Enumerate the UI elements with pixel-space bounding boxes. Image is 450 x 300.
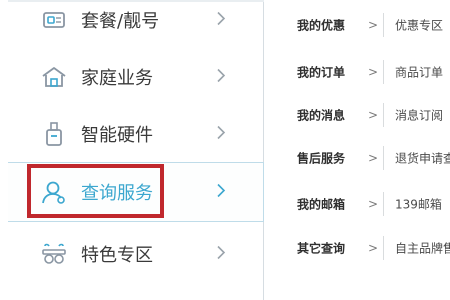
arrow-separator: > xyxy=(368,65,379,79)
submenu-heading[interactable]: 我的消息 xyxy=(297,107,345,124)
submenu-link[interactable]: 优惠专区 xyxy=(395,17,450,34)
submenu-row-my-offers: 我的优惠 > 优惠专区 xyxy=(264,2,450,48)
divider xyxy=(383,60,384,84)
arrow-separator: > xyxy=(368,241,379,255)
sidebar-item-home-business[interactable]: 家庭业务 xyxy=(8,47,264,107)
sidebar-item-label: 家庭业务 xyxy=(81,68,153,89)
submenu-link[interactable]: 商品订单 xyxy=(395,64,450,81)
sim-card-icon xyxy=(40,6,68,34)
divider xyxy=(383,192,384,216)
submenu-row-my-orders: 我的订单 > 商品订单 xyxy=(264,49,450,95)
sidebar-item-featured-zone[interactable]: 特色专区 xyxy=(8,224,264,284)
sidebar-item-label: 特色专区 xyxy=(81,245,153,266)
submenu-link[interactable]: 消息订阅 xyxy=(395,107,450,124)
divider xyxy=(383,146,384,170)
submenu-row-other-queries: 其它查询 > 自主品牌售后 xyxy=(264,225,450,271)
divider xyxy=(383,103,384,127)
submenu-row-my-messages: 我的消息 > 消息订阅 xyxy=(264,92,450,138)
home-icon xyxy=(40,63,68,91)
submenu-link[interactable]: 自主品牌售后 xyxy=(395,240,450,257)
submenu-link[interactable]: 139邮箱 xyxy=(395,196,450,213)
highlight-box xyxy=(27,164,164,218)
sidebar-item-package-number[interactable]: 套餐/靓号 xyxy=(8,0,264,50)
submenu-row-my-mailbox: 我的邮箱 > 139邮箱 xyxy=(264,181,450,227)
category-sidebar: 套餐/靓号 家庭业务 智能硬件 查询服务 特色专区 xyxy=(0,0,264,300)
chevron-right-icon xyxy=(216,125,226,144)
submenu-heading[interactable]: 我的邮箱 xyxy=(297,196,345,213)
submenu-heading[interactable]: 我的优惠 xyxy=(297,17,345,34)
glasses-icon xyxy=(40,240,68,268)
submenu-heading[interactable]: 售后服务 xyxy=(297,150,345,167)
arrow-separator: > xyxy=(368,151,379,165)
chevron-right-icon xyxy=(216,68,226,87)
chevron-right-icon xyxy=(216,183,226,202)
sidebar-item-smart-hardware[interactable]: 智能硬件 xyxy=(8,104,264,164)
arrow-separator: > xyxy=(368,108,379,122)
arrow-separator: > xyxy=(368,18,379,32)
submenu-heading[interactable]: 其它查询 xyxy=(297,240,345,257)
chevron-right-icon xyxy=(216,245,226,264)
divider xyxy=(383,236,384,260)
arrow-separator: > xyxy=(368,197,379,211)
divider xyxy=(383,13,384,37)
sidebar-item-label: 智能硬件 xyxy=(81,125,153,146)
device-icon xyxy=(40,120,68,148)
submenu-heading[interactable]: 我的订单 xyxy=(297,64,345,81)
submenu-link[interactable]: 退货申请查询 xyxy=(395,150,450,167)
submenu-row-after-sales: 售后服务 > 退货申请查询 xyxy=(264,135,450,181)
chevron-right-icon xyxy=(216,11,226,30)
sidebar-item-label: 套餐/靓号 xyxy=(81,11,160,32)
